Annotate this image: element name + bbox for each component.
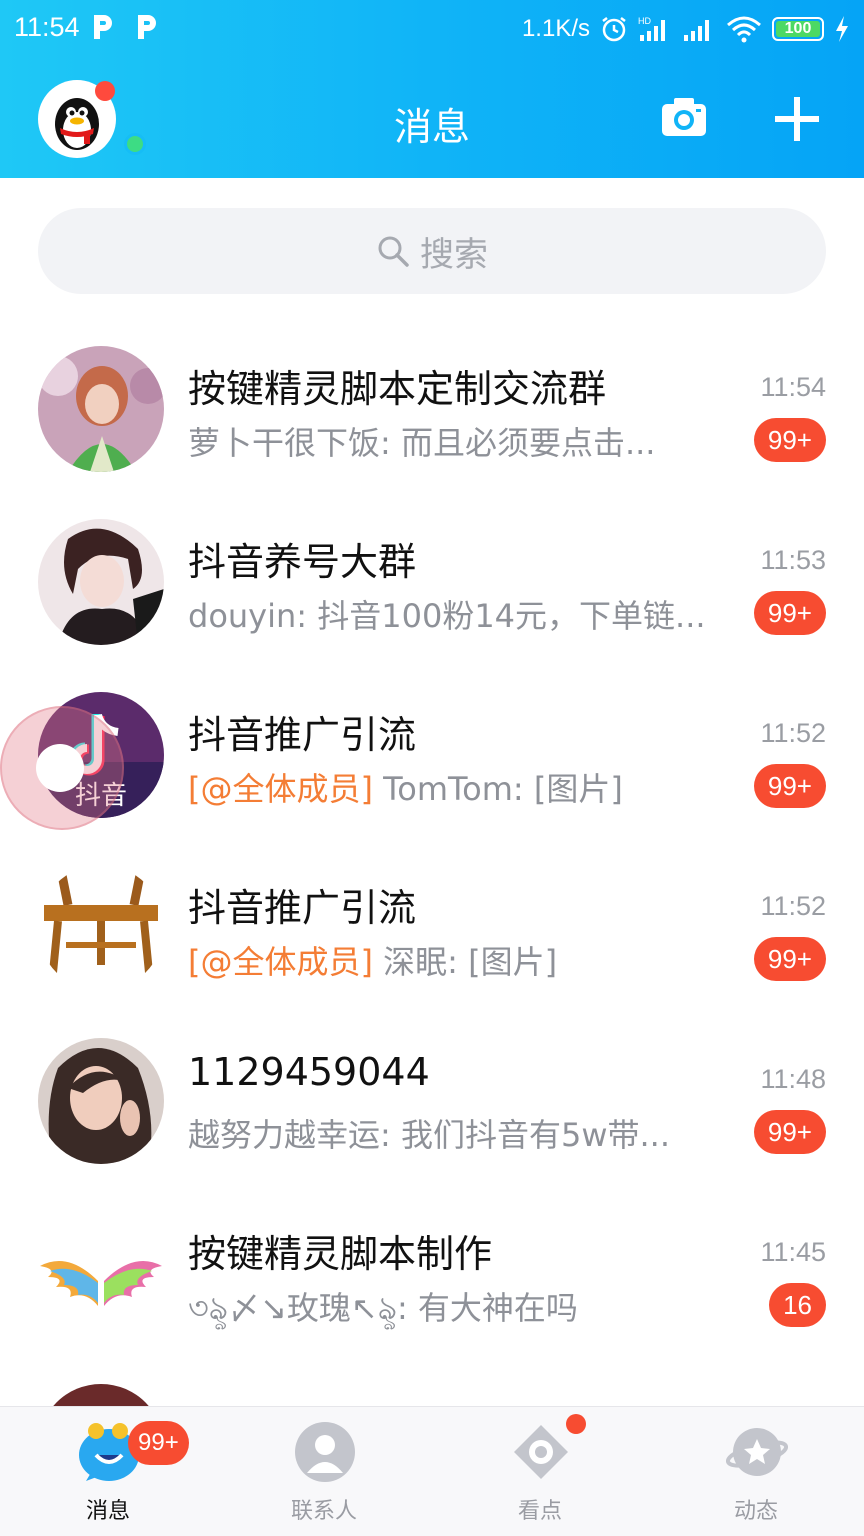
- status-bar: 11:54 1.1K/s HD 100: [0, 0, 864, 58]
- conversation-time: 11:45: [760, 1237, 826, 1267]
- conversation-item[interactable]: 按键精灵脚本制作 ৩ৡ〆↘玫瑰↖ৡ: 有大神在吗 11:45 16: [0, 1187, 864, 1360]
- plus-icon[interactable]: [774, 96, 820, 142]
- tab-discover[interactable]: 看点: [432, 1407, 648, 1536]
- unread-badge: 99+: [753, 591, 826, 635]
- p-icon: [94, 15, 112, 39]
- conversation-preview: ৩ৡ〆↘玫瑰↖ৡ: 有大神在吗: [188, 1283, 578, 1337]
- conversation-time: 11:48: [760, 1064, 826, 1094]
- status-time: 11:54: [14, 12, 80, 42]
- signal-icon: [684, 20, 709, 41]
- unread-badge: 99+: [753, 418, 826, 462]
- p-icon: [138, 15, 156, 39]
- conversation-name: 1129459044: [188, 1050, 430, 1094]
- tab-messages[interactable]: 99+ 消息: [0, 1407, 216, 1536]
- discover-notification-dot: [566, 1414, 586, 1434]
- touch-indicator-dot: [36, 744, 84, 792]
- conversation-item[interactable]: 抖音养号大群 douyin: 抖音100粉14元，下单链... 11:53 99…: [0, 495, 864, 668]
- tab-unread-badge: 99+: [128, 1421, 189, 1465]
- preview-text: 越努力越幸运: 我们抖音有5w带...: [188, 1116, 671, 1154]
- net-speed: 1.1K/s: [521, 15, 590, 42]
- avatar-anime-image: [38, 519, 164, 645]
- unread-badge: 99+: [753, 1110, 826, 1154]
- rainbow-wings-icon: [38, 1211, 164, 1337]
- page-title: 消息: [393, 105, 470, 149]
- search-icon: [378, 236, 409, 267]
- conversation-item[interactable]: 抖音 抖音推广引流 [@全体成员] TomTom: [图片] 11:52 99+: [0, 668, 864, 841]
- mention-tag: [@全体成员]: [188, 770, 373, 808]
- group-avatar: [38, 519, 164, 645]
- group-avatar: [38, 865, 164, 991]
- conversation-name: 抖音推广引流: [188, 886, 417, 930]
- conversation-list: 按键精灵脚本定制交流群 萝卜干很下饭: 而且必须要点击... 11:54 99+…: [0, 322, 864, 1533]
- tab-contacts[interactable]: 联系人: [216, 1407, 432, 1536]
- unread-badge: 16: [769, 1283, 826, 1327]
- conversation-name: 抖音推广引流: [188, 713, 417, 757]
- conversation-preview: [@全体成员] TomTom: [图片]: [188, 764, 623, 810]
- tab-label: 看点: [517, 1499, 562, 1524]
- conversation-time: 11:53: [760, 545, 826, 575]
- unread-badge: 99+: [753, 764, 826, 808]
- mention-tag: [@全体成员]: [188, 943, 373, 981]
- conversation-item[interactable]: 抖音推广引流 [@全体成员] 深眠: [图片] 11:52 99+: [0, 841, 864, 1014]
- avatar-woman-image: [38, 1038, 164, 1164]
- tab-label: 消息: [85, 1499, 130, 1524]
- conversation-name: 抖音养号大群: [188, 540, 417, 584]
- conversation-time: 11:52: [760, 718, 826, 748]
- conversation-item[interactable]: 1129459044 越努力越幸运: 我们抖音有5w带... 11:48 99+: [0, 1014, 864, 1187]
- bottom-tab-bar: 99+ 消息 联系人 看点 动态: [0, 1406, 864, 1536]
- conversation-preview: douyin: 抖音100粉14元，下单链...: [188, 591, 706, 637]
- hd-signal-icon: HD: [638, 16, 665, 41]
- group-avatar: [38, 1211, 164, 1337]
- alarm-icon: [602, 17, 626, 42]
- eye-icon: [514, 1425, 568, 1479]
- search-bar[interactable]: 搜索: [38, 208, 826, 294]
- conversation-name: 按键精灵脚本制作: [188, 1232, 493, 1276]
- conversation-preview: 越努力越幸运: 我们抖音有5w带...: [188, 1110, 670, 1156]
- conversation-preview: [@全体成员] 深眠: [图片]: [188, 937, 557, 983]
- battery-level: 100: [784, 20, 812, 37]
- conversation-item[interactable]: 按键精灵脚本定制交流群 萝卜干很下饭: 而且必须要点击... 11:54 99+: [0, 322, 864, 495]
- preview-text: 深眠: [图片]: [372, 943, 558, 981]
- camera-icon[interactable]: [660, 94, 708, 140]
- search-placeholder: 搜索: [420, 234, 488, 275]
- avatar-girl-image: [38, 346, 164, 472]
- conversation-name: 按键精灵脚本定制交流群: [188, 367, 607, 411]
- conversation-time: 11:52: [760, 891, 826, 921]
- wifi-icon: [727, 16, 761, 43]
- tab-label: 动态: [733, 1499, 778, 1524]
- top-bar: 11:54 1.1K/s HD 100 消息: [0, 0, 864, 178]
- preview-text: TomTom: [图片]: [372, 770, 623, 808]
- status-right: 1.1K/s HD 100: [522, 12, 850, 46]
- group-avatar: [38, 1038, 164, 1164]
- preview-text: ৩ৡ〆↘玫瑰↖ৡ: 有大神在吗: [188, 1289, 578, 1327]
- preview-text: 萝卜干很下饭: 而且必须要点击...: [188, 424, 656, 462]
- svg-text:HD: HD: [638, 16, 651, 26]
- conversation-preview: 萝卜干很下饭: 而且必须要点击...: [188, 418, 655, 464]
- easel-icon: [38, 865, 164, 991]
- group-avatar: [38, 346, 164, 472]
- unread-badge: 99+: [753, 937, 826, 981]
- conversation-time: 11:54: [760, 372, 826, 402]
- battery-icon: 100: [772, 17, 824, 41]
- planet-icon: [726, 1428, 788, 1476]
- tab-feed[interactable]: 动态: [648, 1407, 864, 1536]
- preview-text: douyin: 抖音100粉14元，下单链...: [188, 597, 706, 635]
- charging-icon: [836, 16, 848, 42]
- tab-label: 联系人: [290, 1499, 357, 1524]
- contact-icon: [295, 1422, 355, 1482]
